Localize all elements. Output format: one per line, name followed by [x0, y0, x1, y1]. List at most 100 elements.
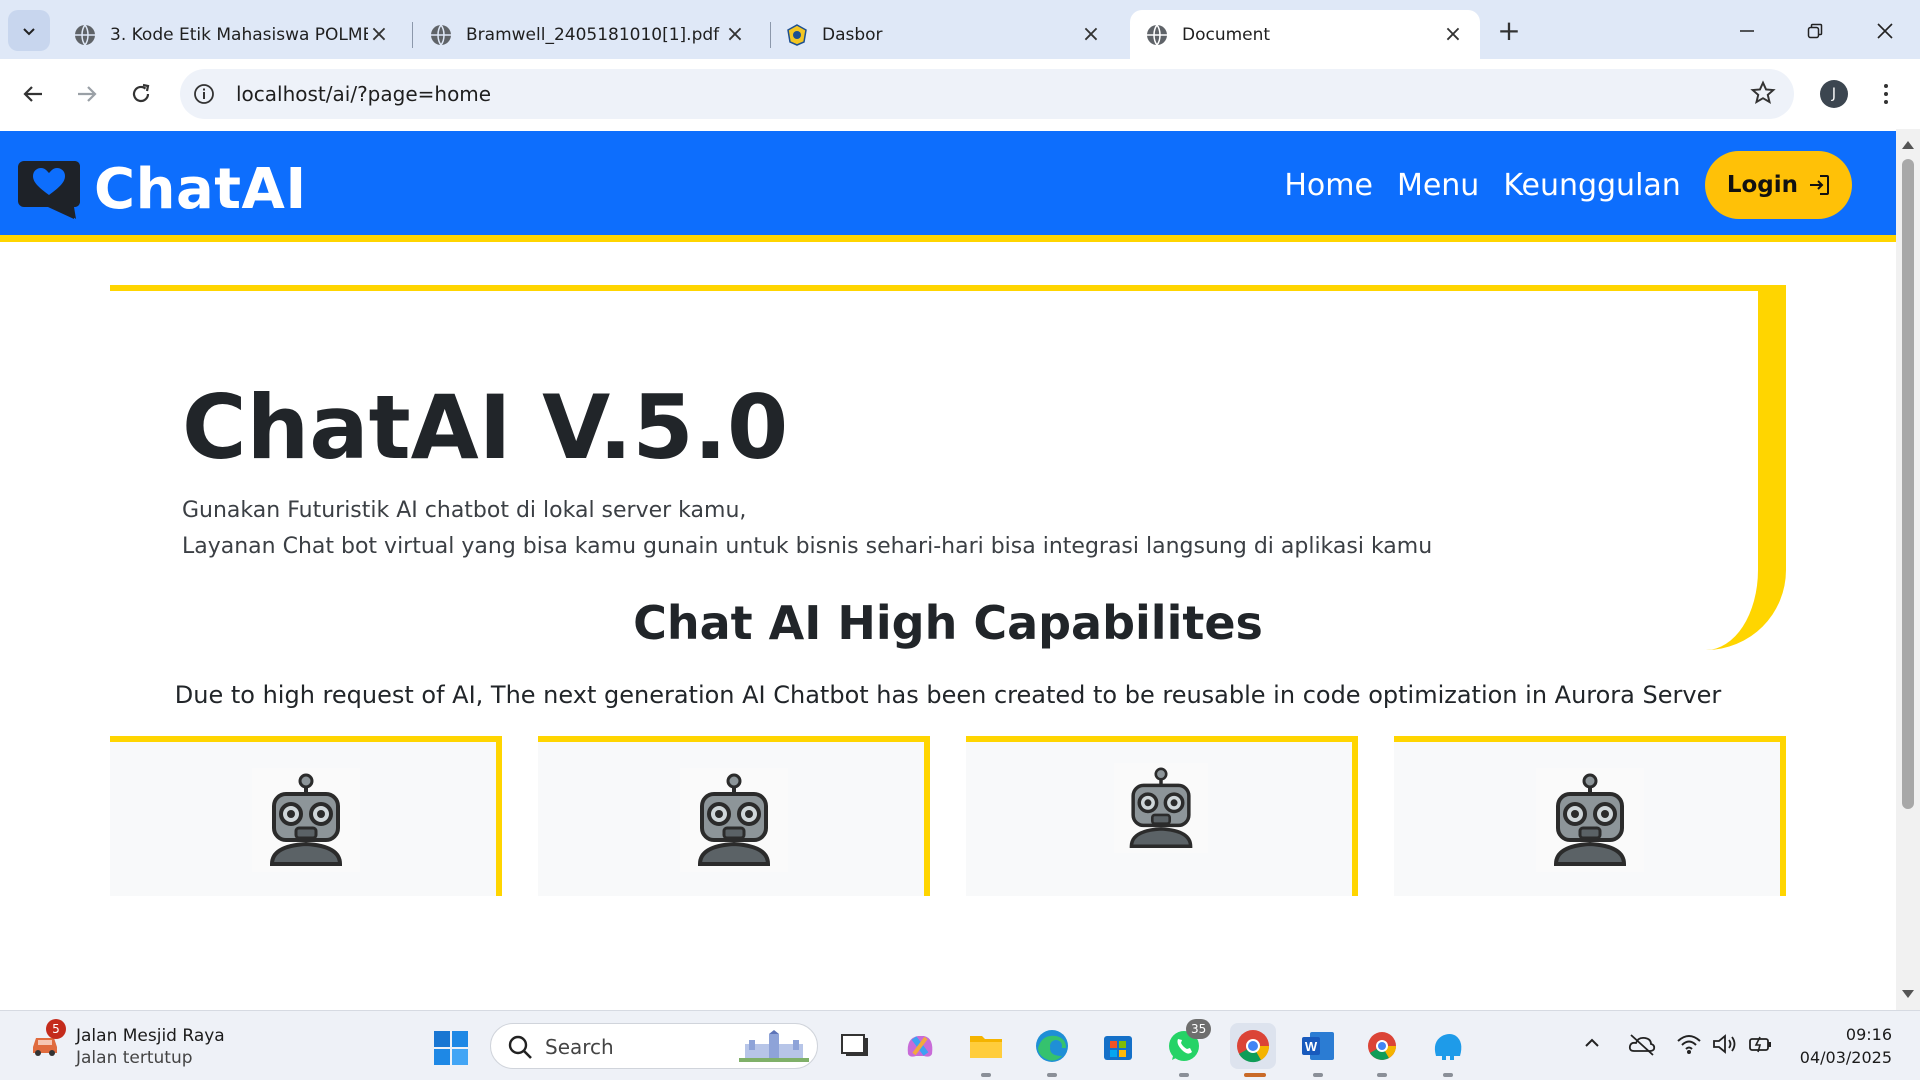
page-scrollbar[interactable] [1896, 129, 1920, 1010]
edge-icon[interactable] [1032, 1026, 1072, 1066]
close-window-button[interactable] [1868, 14, 1902, 48]
tab-pdf[interactable]: Bramwell_2405181010[1].pdf × [414, 10, 762, 59]
globe-icon [1147, 24, 1167, 45]
globe-icon [431, 24, 451, 45]
login-label: Login [1726, 172, 1798, 198]
site-navbar: ChatAI Home Menu Keunggulan Login [0, 131, 1896, 242]
brand[interactable]: ChatAI [18, 157, 307, 222]
tab-title: Document [1182, 24, 1271, 45]
traffic-widget[interactable]: 5 Jalan Mesjid Raya Jalan tertutup [28, 1019, 225, 1069]
profile-avatar[interactable]: J [1820, 80, 1848, 108]
browser-tab-strip: 3. Kode Etik Mahasiswa POLMED × Bramwell… [0, 0, 1920, 59]
onedrive-offline-icon[interactable] [1628, 1033, 1656, 1057]
nav-links: Home Menu Keunggulan Login [1284, 151, 1852, 219]
tab-kode-etik[interactable]: 3. Kode Etik Mahasiswa POLMED × [58, 10, 406, 59]
nav-home-link[interactable]: Home [1284, 168, 1373, 203]
tab-title: Dasbor [822, 24, 883, 45]
section-title: Chat AI High Capabilites [633, 596, 1263, 650]
new-tab-button[interactable]: + [1492, 15, 1526, 49]
task-view-icon[interactable] [836, 1026, 876, 1066]
close-icon [1877, 23, 1893, 39]
search-label: Search [545, 1035, 614, 1059]
scroll-thumb[interactable] [1902, 159, 1914, 809]
copilot-icon[interactable] [900, 1026, 940, 1066]
whatsapp-badge: 35 [1186, 1019, 1212, 1039]
restore-button[interactable] [1798, 14, 1832, 48]
windows-start-icon[interactable] [434, 1031, 468, 1065]
forward-button[interactable] [70, 77, 104, 111]
chat-heart-icon [18, 160, 80, 219]
robot-icon [1114, 762, 1208, 854]
globe-icon [75, 24, 95, 45]
car-alert-icon: 5 [28, 1019, 66, 1059]
word-icon[interactable]: W [1298, 1026, 1338, 1066]
info-icon[interactable] [192, 82, 216, 106]
running-indicator [1047, 1073, 1057, 1077]
section-subtitle: Due to high request of AI, The next gene… [174, 681, 1722, 709]
running-indicator [1179, 1073, 1189, 1077]
minimize-button[interactable] [1730, 14, 1764, 48]
page-viewport: ChatAI Home Menu Keunggulan Login ChatAI… [0, 129, 1896, 1010]
robot-icon [1536, 768, 1644, 872]
tab-search-button[interactable] [8, 10, 50, 51]
nav-menu-link[interactable]: Menu [1397, 168, 1479, 203]
minimize-icon [1740, 30, 1754, 32]
close-icon[interactable]: × [1442, 23, 1464, 46]
hero-description: Gunakan Futuristik AI chatbot di lokal s… [182, 493, 1432, 565]
traffic-subtitle: Jalan tertutup [76, 1048, 193, 1068]
traffic-badge: 5 [46, 1019, 66, 1039]
volume-icon[interactable] [1712, 1033, 1738, 1055]
running-indicator [981, 1073, 991, 1077]
scroll-down-arrow[interactable] [1902, 990, 1914, 998]
tab-dasbor[interactable]: Dasbor × [770, 10, 1118, 59]
close-icon[interactable]: × [724, 23, 746, 46]
chevron-up-icon[interactable] [1582, 1033, 1602, 1053]
microsoft-store-icon[interactable] [1098, 1026, 1138, 1066]
chrome-profile-icon[interactable] [1362, 1026, 1402, 1066]
file-explorer-icon[interactable] [966, 1026, 1006, 1066]
tab-title: Bramwell_2405181010[1].pdf [466, 24, 720, 45]
close-icon[interactable]: × [1080, 23, 1102, 46]
tab-document[interactable]: Document × [1130, 10, 1480, 59]
reload-icon [132, 83, 150, 103]
login-button[interactable]: Login [1704, 151, 1852, 219]
castle-icon [739, 1030, 809, 1062]
arrow-right-icon [78, 86, 97, 102]
hero-title: ChatAI V.5.0 [182, 376, 789, 479]
url-text[interactable]: localhost/ai/?page=home [236, 82, 491, 106]
reload-button[interactable] [124, 77, 158, 111]
restore-icon [1807, 23, 1823, 39]
windows-taskbar: 5 Jalan Mesjid Raya Jalan tertutup Searc… [0, 1010, 1920, 1080]
feature-card [110, 736, 502, 896]
svg-text:W: W [1305, 1039, 1318, 1054]
feature-card [538, 736, 930, 896]
traffic-title: Jalan Mesjid Raya [76, 1026, 225, 1046]
bookmark-star-icon[interactable] [1750, 80, 1776, 106]
close-icon[interactable]: × [368, 23, 390, 46]
browser-menu-button[interactable] [1876, 77, 1896, 111]
chevron-down-icon [23, 27, 35, 35]
clock-time: 09:16 [1845, 1025, 1892, 1044]
scroll-up-arrow[interactable] [1902, 141, 1914, 149]
back-button[interactable] [16, 77, 50, 111]
taskbar-search[interactable]: Search [490, 1023, 818, 1069]
polmed-logo-icon [787, 23, 807, 46]
app-blue-icon[interactable] [1428, 1026, 1468, 1066]
tab-separator [412, 22, 413, 48]
brand-name: ChatAI [94, 157, 307, 222]
browser-toolbar: localhost/ai/?page=home J [0, 59, 1920, 129]
wifi-icon[interactable] [1676, 1033, 1702, 1055]
traffic-text: Jalan Mesjid Raya Jalan tertutup [76, 1025, 225, 1069]
robot-icon [252, 768, 360, 872]
clock-date: 04/03/2025 [1799, 1048, 1892, 1067]
chrome-icon[interactable] [1230, 1023, 1276, 1069]
battery-charging-icon[interactable] [1748, 1033, 1774, 1055]
active-indicator [1244, 1073, 1266, 1077]
hero-line-1: Gunakan Futuristik AI chatbot di lokal s… [182, 498, 747, 523]
login-icon [1810, 175, 1829, 195]
nav-keunggulan-link[interactable]: Keunggulan [1503, 168, 1681, 203]
address-bar[interactable]: localhost/ai/?page=home [180, 69, 1794, 119]
search-icon [508, 1035, 532, 1059]
running-indicator [1313, 1073, 1323, 1077]
system-clock[interactable]: 09:16 04/03/2025 [1800, 1023, 1892, 1069]
